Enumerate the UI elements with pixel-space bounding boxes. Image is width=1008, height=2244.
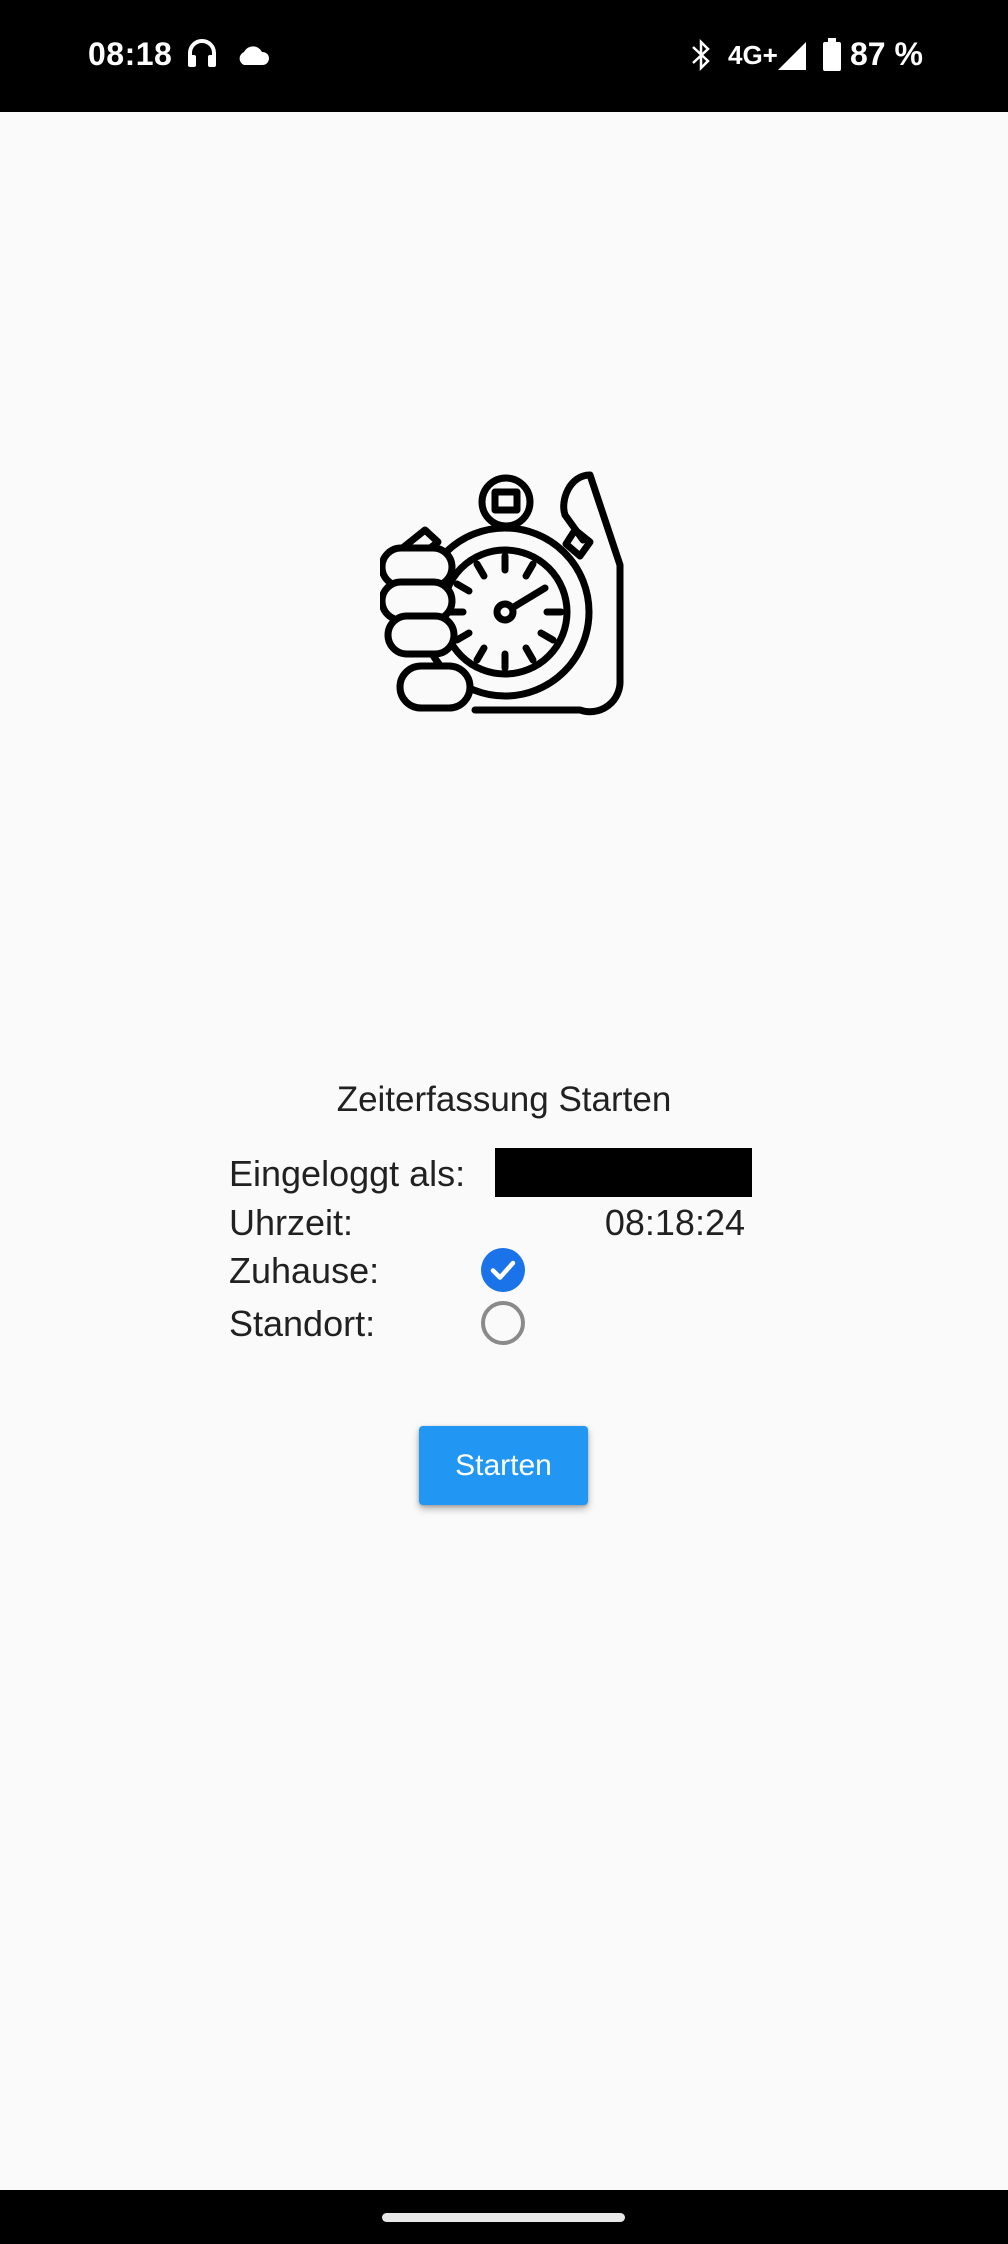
logged-in-user-redacted bbox=[495, 1148, 752, 1197]
home-label: Zuhause: bbox=[229, 1250, 380, 1291]
location-label: Standort: bbox=[229, 1303, 376, 1344]
headphones-icon bbox=[186, 38, 218, 73]
battery-level: 87 % bbox=[850, 36, 923, 72]
page-title: Zeiterfassung Starten bbox=[336, 1080, 672, 1119]
logged-in-label: Eingeloggt als: bbox=[229, 1153, 466, 1194]
status-bar: 08:18 4G+ 87 % bbox=[0, 0, 1008, 112]
location-radio[interactable] bbox=[481, 1301, 525, 1345]
cloud-icon bbox=[236, 44, 270, 71]
battery-icon bbox=[822, 38, 842, 77]
time-value: 08:18:24 bbox=[604, 1202, 745, 1243]
home-radio[interactable] bbox=[481, 1248, 525, 1292]
stopwatch-in-hand-icon bbox=[378, 470, 630, 720]
checkmark-icon bbox=[490, 1260, 516, 1280]
status-time: 08:18 bbox=[88, 36, 173, 72]
bluetooth-icon bbox=[688, 38, 714, 77]
network-type: 4G+ bbox=[728, 40, 778, 70]
navigation-bar bbox=[0, 2190, 1008, 2244]
signal-icon bbox=[776, 40, 808, 77]
time-label: Uhrzeit: bbox=[229, 1202, 354, 1243]
start-button[interactable]: Starten bbox=[419, 1426, 588, 1505]
home-gesture-handle[interactable] bbox=[382, 2213, 625, 2222]
